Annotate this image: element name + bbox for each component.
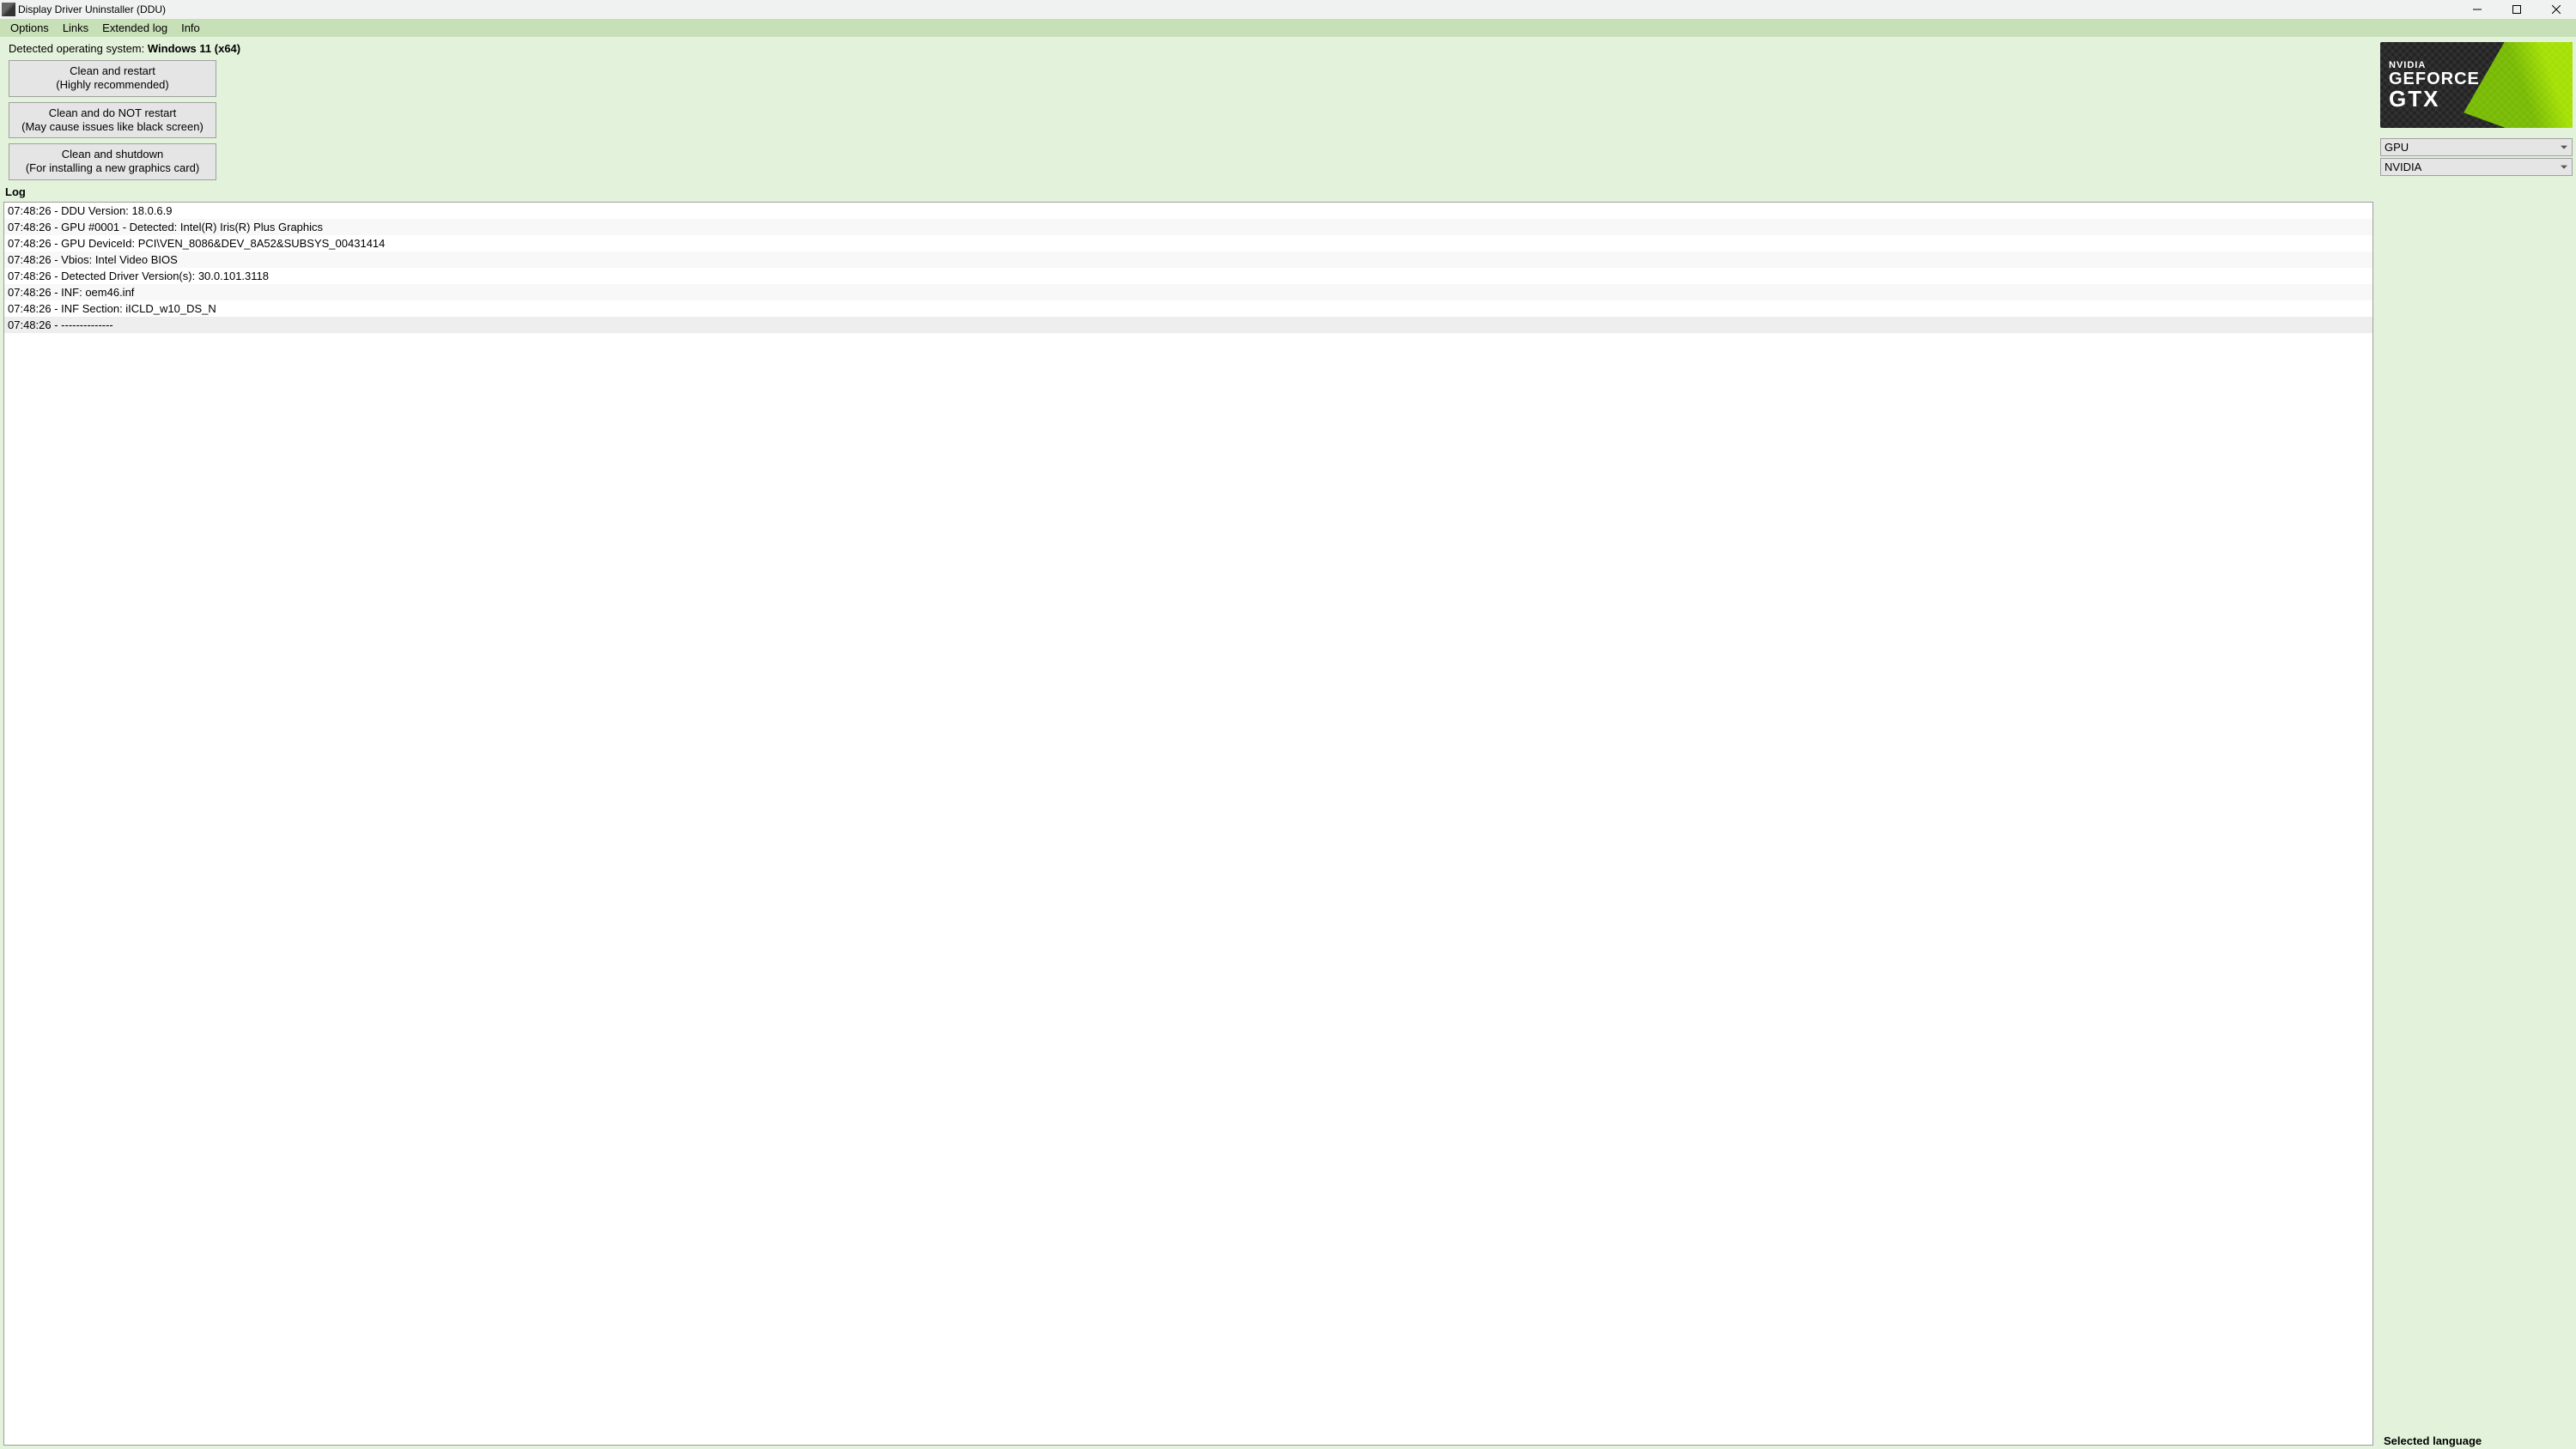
device-type-select[interactable]: GPU (2380, 138, 2573, 156)
device-type-dropdown[interactable]: GPU (2380, 138, 2573, 156)
vendor-select[interactable]: NVIDIA (2380, 158, 2573, 176)
log-row[interactable]: 07:48:26 - Vbios: Intel Video BIOS (4, 252, 2372, 268)
right-pane: NVIDIA GEFORCE GTX GPU NVIDIA Selected l… (2377, 37, 2576, 1449)
clean-and-restart-button[interactable]: Clean and restart (Highly recommended) (9, 60, 216, 97)
logo-line2: GEFORCE (2389, 70, 2573, 88)
button-line2: (May cause issues like black screen) (15, 120, 210, 134)
menu-info[interactable]: Info (174, 21, 207, 35)
window-title: Display Driver Uninstaller (DDU) (18, 3, 166, 15)
minimize-button[interactable] (2458, 0, 2497, 19)
clean-and-shutdown-button[interactable]: Clean and shutdown (For installing a new… (9, 143, 216, 180)
log-row[interactable]: 07:48:26 - INF Section: iICLD_w10_DS_N (4, 300, 2372, 317)
log-row[interactable]: 07:48:26 - -------------- (4, 317, 2372, 333)
app-icon (2, 3, 15, 16)
left-pane: Detected operating system: Windows 11 (x… (0, 37, 2377, 1449)
detected-os: Detected operating system: Windows 11 (x… (0, 40, 2377, 60)
close-icon (2552, 5, 2561, 14)
log-row[interactable]: 07:48:26 - GPU #0001 - Detected: Intel(R… (4, 219, 2372, 235)
button-line2: (Highly recommended) (15, 78, 210, 92)
os-label: Detected operating system: (9, 42, 148, 55)
log-row[interactable]: 07:48:26 - Detected Driver Version(s): 3… (4, 268, 2372, 284)
close-button[interactable] (2537, 0, 2576, 19)
titlebar: Display Driver Uninstaller (DDU) (0, 0, 2576, 19)
clean-buttons: Clean and restart (Highly recommended) C… (0, 60, 216, 185)
vendor-dropdown[interactable]: NVIDIA (2380, 158, 2573, 176)
log-row[interactable]: 07:48:26 - DDU Version: 18.0.6.9 (4, 203, 2372, 219)
button-line1: Clean and do NOT restart (15, 106, 210, 120)
menu-options[interactable]: Options (3, 21, 56, 35)
button-line1: Clean and restart (15, 64, 210, 78)
maximize-button[interactable] (2497, 0, 2537, 19)
window-controls (2458, 0, 2576, 19)
content: Detected operating system: Windows 11 (x… (0, 37, 2576, 1449)
logo-text: NVIDIA GEFORCE GTX (2389, 61, 2573, 110)
button-line1: Clean and shutdown (15, 148, 210, 161)
menu-extended-log[interactable]: Extended log (95, 21, 174, 35)
log-label: Log (0, 185, 2377, 200)
logo-line3: GTX (2389, 88, 2573, 110)
button-line2: (For installing a new graphics card) (15, 161, 210, 175)
gpu-logo: NVIDIA GEFORCE GTX (2380, 42, 2573, 128)
app-window: Display Driver Uninstaller (DDU) Options… (0, 0, 2576, 1449)
selected-language-label: Selected language (2384, 1434, 2482, 1447)
logo-line1: NVIDIA (2389, 61, 2573, 70)
titlebar-left: Display Driver Uninstaller (DDU) (2, 3, 166, 16)
minimize-icon (2473, 5, 2482, 14)
menubar: Options Links Extended log Info (0, 19, 2576, 37)
log-row[interactable]: 07:48:26 - INF: oem46.inf (4, 284, 2372, 300)
log-box[interactable]: 07:48:26 - DDU Version: 18.0.6.9 07:48:2… (3, 202, 2373, 1446)
maximize-icon (2512, 5, 2521, 14)
log-row[interactable]: 07:48:26 - GPU DeviceId: PCI\VEN_8086&DE… (4, 235, 2372, 252)
menu-links[interactable]: Links (56, 21, 95, 35)
clean-no-restart-button[interactable]: Clean and do NOT restart (May cause issu… (9, 102, 216, 139)
os-value: Windows 11 (x64) (148, 42, 240, 55)
